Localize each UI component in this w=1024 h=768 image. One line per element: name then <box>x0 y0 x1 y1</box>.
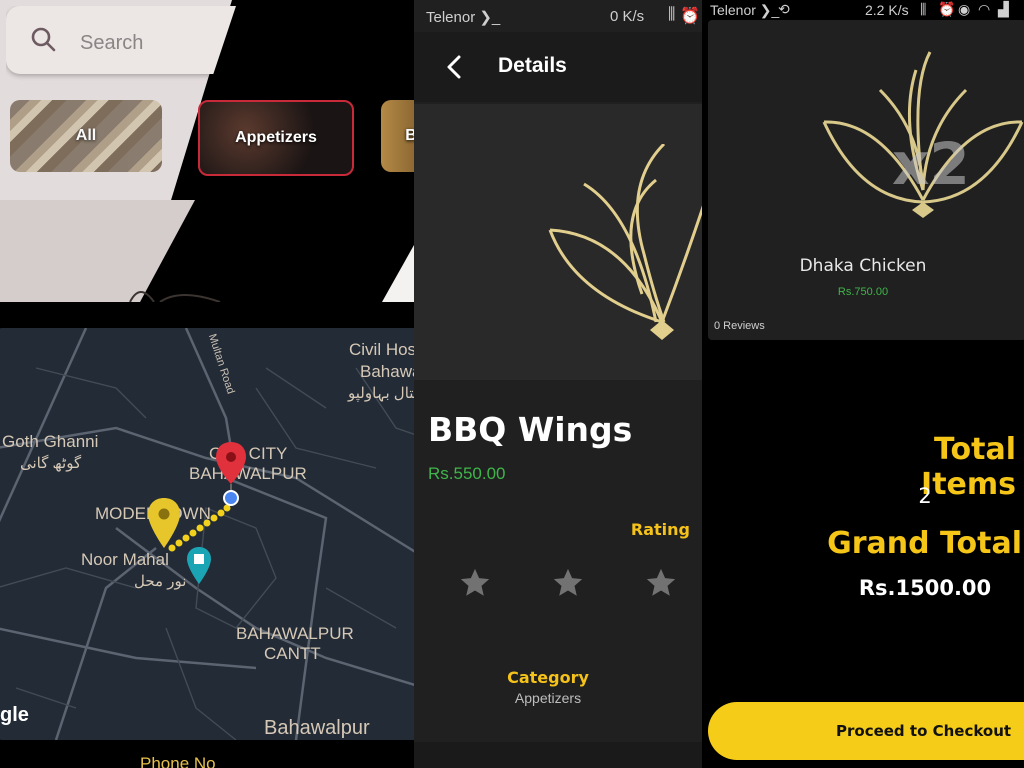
category-chip-partial[interactable]: B <box>381 100 414 172</box>
lotus-logo-icon <box>548 144 702 340</box>
rating-label: Rating <box>630 520 690 539</box>
category-chip-appetizers[interactable]: Appetizers <box>198 100 354 176</box>
eye-icon: ◉ <box>958 1 971 17</box>
cart-item-price: Rs.750.00 <box>837 286 889 298</box>
rating-star-icon[interactable] <box>644 566 678 600</box>
route-line <box>168 504 231 552</box>
alarm-icon: ⏰ <box>938 1 956 17</box>
back-arrow-icon[interactable] <box>446 54 462 80</box>
category-chip-label: Appetizers <box>235 129 317 146</box>
quantity-badge: x2 <box>892 130 970 198</box>
rating-star-icon[interactable] <box>458 566 492 600</box>
dish-price: Rs.550.00 <box>428 464 506 483</box>
reviews-count: 0 Reviews <box>714 320 765 332</box>
grand-total-label: Grand Total <box>827 526 1022 561</box>
signal-icon: ▟ <box>998 1 1009 17</box>
network-speed: 0 K/s <box>610 8 645 25</box>
search-input[interactable]: Search <box>6 6 236 74</box>
dish-name: BBQ Wings <box>428 410 633 449</box>
vibrate-icon: ⫼ <box>668 6 676 23</box>
status-bar: Telenor ❯_ ⟲ 2.2 K/s ⫼ ⏰ ◉ ◠ ▟ <box>702 0 1024 20</box>
carrier-label: Telenor ❯_ <box>426 9 501 26</box>
category-screen: Search All Appetizers B <box>0 0 414 302</box>
landmark-pin-icon <box>187 547 211 584</box>
carrier-label: Telenor ❯_ <box>710 2 780 18</box>
proceed-to-checkout-button[interactable]: Proceed to Checkout <box>708 702 1024 760</box>
search-placeholder: Search <box>80 32 144 54</box>
destination-pin-icon[interactable] <box>214 440 248 508</box>
alarm-icon: ⏰ <box>680 8 700 25</box>
grand-total-value: Rs.1500.00 <box>858 576 992 600</box>
origin-pin-icon[interactable] <box>146 496 182 556</box>
total-items-value: 2 <box>918 484 932 508</box>
status-bar: Telenor ❯_ 0 K/s ⫼ ⏰ <box>414 0 702 32</box>
cart-screen: Telenor ❯_ ⟲ 2.2 K/s ⫼ ⏰ ◉ ◠ ▟ x2 Dhaka … <box>702 0 1024 768</box>
cart-item-name: Dhaka Chicken <box>799 256 927 276</box>
network-speed: 2.2 K/s <box>865 2 909 18</box>
category-value: Appetizers <box>514 690 582 706</box>
wifi-icon: ◠ <box>978 1 991 17</box>
page-title: Details <box>498 54 567 77</box>
vibrate-icon: ⫼ <box>920 1 927 17</box>
bottom-strip <box>414 742 702 768</box>
category-chip-label: All <box>75 127 97 144</box>
phone-label: Phone No <box>140 754 216 768</box>
logo-fragment <box>129 291 221 302</box>
sync-icon: ⟲ <box>778 1 790 17</box>
category-chip-all[interactable]: All <box>10 100 162 172</box>
details-screen: Telenor ❯_ 0 K/s ⫼ ⏰ Details BBQ Wings R… <box>414 0 702 768</box>
map-view[interactable]: Goth Ghanni گوٹھ گانی Civil Hos Bahawa س… <box>0 328 425 740</box>
app-bar: Details <box>414 32 702 102</box>
rating-star-icon[interactable] <box>551 566 585 600</box>
search-icon <box>31 27 56 52</box>
checkout-label: Proceed to Checkout <box>836 722 1012 740</box>
category-label: Category <box>507 668 589 687</box>
map-screen: Goth Ghanni گوٹھ گانی Civil Hos Bahawa س… <box>0 302 430 768</box>
dish-image <box>414 104 702 380</box>
category-chip-label: B <box>405 127 414 144</box>
